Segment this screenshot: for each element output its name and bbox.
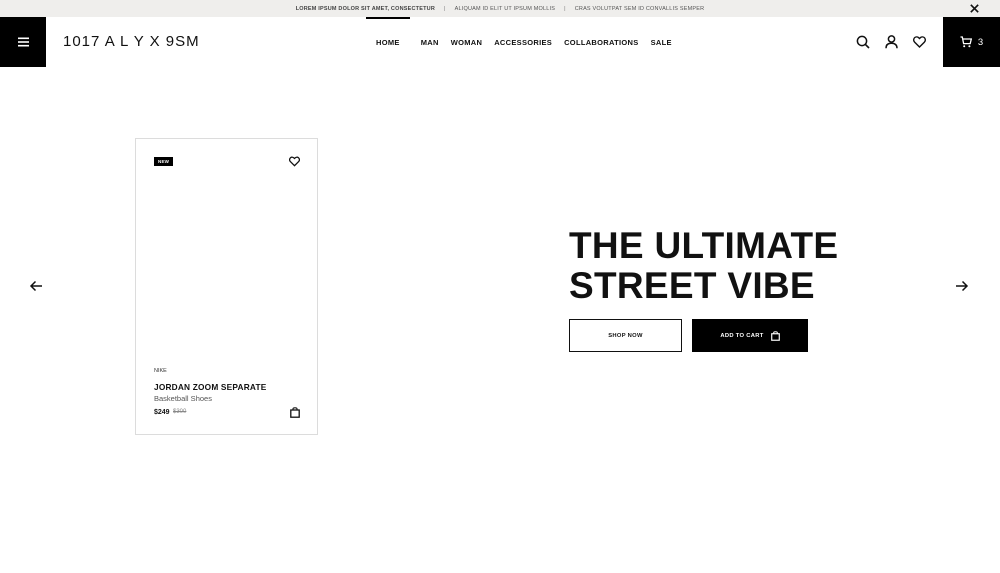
announcement-message-1: LOREM IPSUM DOLOR SIT AMET, CONSECTETUR — [295, 5, 435, 12]
nav-item-woman[interactable]: WOMAN — [451, 17, 483, 67]
nav-item-accessories[interactable]: ACCESSORIES — [494, 17, 552, 67]
brand-logo[interactable]: 1017 A L Y X 9SM — [63, 33, 200, 50]
shop-now-button[interactable]: SHOP NOW — [569, 319, 682, 352]
nav-item-home[interactable]: HOME — [366, 17, 410, 67]
product-price: $249 — [154, 409, 170, 416]
shopping-bag-icon — [770, 330, 780, 341]
product-old-price: $300 — [173, 409, 187, 415]
add-to-cart-label: ADD TO CART — [720, 332, 764, 339]
hero-title-line-2: STREET VIBE — [569, 265, 815, 306]
announcement-message-2: ALIQUAM ID ELIT UT IPSUM MOLLIS — [454, 5, 556, 12]
nav-item-sale[interactable]: SALE — [651, 17, 672, 67]
cart-count: 3 — [977, 36, 984, 48]
search-button[interactable] — [850, 29, 876, 55]
announcement-separator: | — [564, 5, 566, 12]
product-card[interactable]: NEW NIKE JORDAN ZOOM SEPARATE Basketball… — [135, 138, 318, 435]
announcement-message-3: CRAS VOLUTPAT SEM ID CONVALLIS SEMPER — [574, 5, 705, 12]
nav-item-man[interactable]: MAN — [421, 17, 439, 67]
product-name[interactable]: JORDAN ZOOM SEPARATE — [154, 382, 266, 392]
cart-icon — [960, 36, 972, 48]
menu-button[interactable] — [0, 17, 46, 67]
cart-button[interactable]: 3 — [943, 17, 1000, 67]
announcement-bar: LOREM IPSUM DOLOR SIT AMET, CONSECTETUR … — [0, 0, 1000, 17]
product-category: Basketball Shoes — [154, 394, 212, 403]
search-icon — [856, 35, 870, 49]
hero-title: THE ULTIMATE STREET VIBE — [569, 226, 869, 306]
arrow-left-icon[interactable] — [29, 279, 43, 293]
heart-icon[interactable] — [289, 156, 300, 167]
account-button[interactable] — [878, 29, 904, 55]
shopping-bag-icon[interactable] — [290, 407, 300, 418]
hero-title-line-1: THE ULTIMATE — [569, 225, 839, 266]
nav-item-collaborations[interactable]: COLLABORATIONS — [564, 17, 638, 67]
shop-now-label: SHOP NOW — [608, 332, 643, 339]
close-icon[interactable] — [969, 3, 980, 14]
add-to-cart-button[interactable]: ADD TO CART — [692, 319, 808, 352]
new-badge: NEW — [154, 157, 174, 166]
announcement-separator: | — [444, 5, 446, 12]
wishlist-button[interactable] — [906, 29, 932, 55]
hamburger-icon — [17, 37, 29, 47]
site-header: 1017 A L Y X 9SM HOME MAN WOMAN ACCESSOR… — [0, 17, 1000, 67]
header-actions — [850, 17, 934, 67]
main-nav: HOME MAN WOMAN ACCESSORIES COLLABORATION… — [366, 17, 684, 67]
user-icon — [884, 35, 898, 49]
arrow-right-icon[interactable] — [955, 279, 969, 293]
heart-icon — [912, 36, 926, 48]
product-brand: NIKE — [154, 368, 167, 374]
